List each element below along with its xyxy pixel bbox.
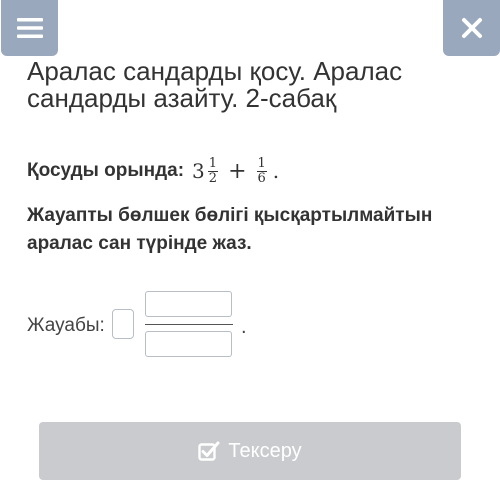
check-button[interactable]: Тексеру — [39, 422, 461, 480]
exercise-page: Аралас сандарды қосу. Аралас сандарды аз… — [0, 0, 500, 501]
term1-denominator: 2 — [207, 170, 219, 186]
instruction-text: Жауапты бөлшек бөлігі қысқартылмайтын ар… — [27, 205, 433, 254]
denominator-input[interactable] — [145, 331, 232, 357]
term2-fraction: 1 6 — [256, 155, 267, 186]
whole-part-input[interactable] — [112, 309, 134, 339]
expression-period: . — [272, 159, 280, 183]
term2-denominator: 6 — [256, 170, 267, 186]
task-prompt: Қосуды орында: 3 1 2 + 1 6 . — [27, 153, 279, 189]
term1-whole: 3 — [192, 159, 205, 183]
numerator-input[interactable] — [145, 291, 232, 317]
menu-button[interactable] — [1, 0, 58, 56]
close-button[interactable] — [443, 0, 500, 56]
fraction-bar — [145, 324, 233, 325]
term2-numerator: 1 — [257, 155, 266, 171]
task-label: Қосуды орында: — [27, 160, 185, 181]
answer-label: Жауабы: — [27, 315, 105, 336]
checkbox-check-icon — [198, 441, 220, 461]
check-button-label: Тексеру — [228, 439, 302, 462]
lesson-title: Аралас сандарды қосу. Аралас сандарды аз… — [27, 56, 403, 113]
hamburger-menu-icon — [16, 18, 43, 38]
close-x-icon — [461, 18, 482, 38]
math-expression: 3 1 2 + 1 6 . — [192, 155, 280, 186]
answer-period: . — [241, 316, 247, 338]
term1-numerator: 1 — [208, 155, 218, 171]
plus-operator: + — [228, 158, 247, 184]
term1-fraction: 1 2 — [207, 155, 219, 186]
